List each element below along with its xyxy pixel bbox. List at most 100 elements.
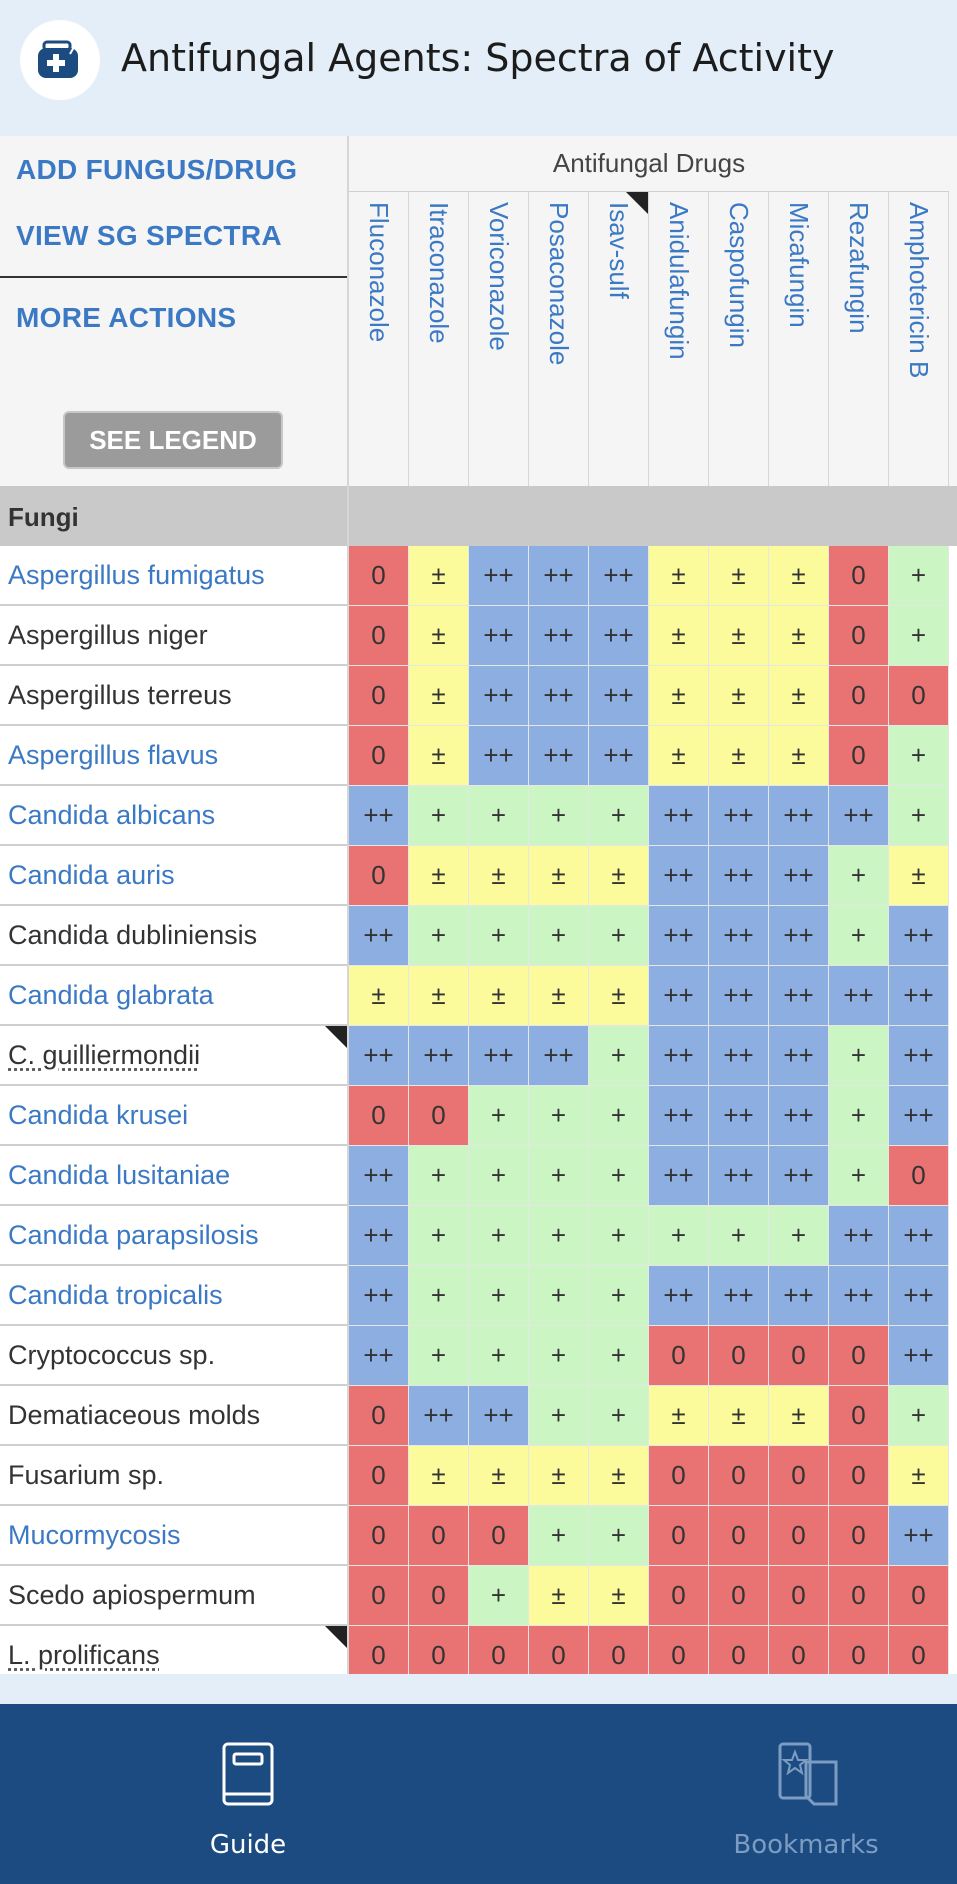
- activity-cell[interactable]: +: [589, 1026, 649, 1086]
- activity-cell[interactable]: +: [529, 906, 589, 966]
- activity-cell[interactable]: ±: [649, 1386, 709, 1446]
- activity-cell[interactable]: ++: [649, 846, 709, 906]
- activity-cell[interactable]: 0: [349, 606, 409, 666]
- activity-cell[interactable]: 0: [649, 1566, 709, 1626]
- activity-cell[interactable]: +: [889, 1386, 949, 1446]
- activity-cell[interactable]: ++: [349, 1026, 409, 1086]
- activity-cell[interactable]: +: [649, 1206, 709, 1266]
- activity-cell[interactable]: +: [469, 1086, 529, 1146]
- view-sg-spectra-button[interactable]: VIEW SG SPECTRA: [16, 220, 282, 252]
- activity-cell[interactable]: ++: [649, 786, 709, 846]
- activity-cell[interactable]: 0: [349, 1086, 409, 1146]
- fungus-name[interactable]: Candida auris: [8, 860, 175, 891]
- activity-cell[interactable]: ++: [709, 966, 769, 1026]
- activity-cell[interactable]: ++: [829, 966, 889, 1026]
- activity-cell[interactable]: 0: [349, 546, 409, 606]
- activity-cell[interactable]: ++: [589, 666, 649, 726]
- activity-cell[interactable]: ±: [709, 606, 769, 666]
- activity-cell[interactable]: +: [469, 1326, 529, 1386]
- activity-cell[interactable]: ±: [589, 1566, 649, 1626]
- activity-cell[interactable]: +: [469, 1206, 529, 1266]
- activity-cell[interactable]: +: [409, 906, 469, 966]
- drug-column-3[interactable]: Posaconazole: [529, 192, 589, 486]
- activity-cell[interactable]: ++: [529, 1026, 589, 1086]
- fungus-name[interactable]: Candida krusei: [8, 1100, 188, 1131]
- activity-cell[interactable]: ++: [889, 1266, 949, 1326]
- activity-cell[interactable]: 0: [469, 1626, 529, 1674]
- activity-cell[interactable]: 0: [829, 1506, 889, 1566]
- activity-cell[interactable]: 0: [709, 1326, 769, 1386]
- activity-cell[interactable]: ++: [469, 726, 529, 786]
- activity-cell[interactable]: +: [409, 1266, 469, 1326]
- activity-cell[interactable]: ±: [409, 1446, 469, 1506]
- activity-cell[interactable]: 0: [889, 1566, 949, 1626]
- fungus-name-cell[interactable]: Candida krusei: [0, 1086, 347, 1146]
- activity-cell[interactable]: +: [829, 906, 889, 966]
- activity-cell[interactable]: ++: [889, 1206, 949, 1266]
- drug-column-9[interactable]: Amphotericin B: [889, 192, 949, 486]
- activity-cell[interactable]: 0: [349, 1386, 409, 1446]
- activity-cell[interactable]: ++: [769, 966, 829, 1026]
- activity-cell[interactable]: ++: [889, 906, 949, 966]
- fungus-name[interactable]: Candida tropicalis: [8, 1280, 223, 1311]
- activity-cell[interactable]: ++: [649, 1026, 709, 1086]
- activity-cell[interactable]: ++: [649, 906, 709, 966]
- activity-cell[interactable]: ++: [829, 1206, 889, 1266]
- activity-cell[interactable]: +: [889, 546, 949, 606]
- activity-cell[interactable]: ++: [649, 1266, 709, 1326]
- activity-cell[interactable]: 0: [649, 1446, 709, 1506]
- activity-cell[interactable]: ±: [889, 846, 949, 906]
- activity-cell[interactable]: +: [529, 1386, 589, 1446]
- activity-cell[interactable]: ++: [409, 1386, 469, 1446]
- activity-cell[interactable]: 0: [349, 666, 409, 726]
- fungus-name-cell[interactable]: Candida lusitaniae: [0, 1146, 347, 1206]
- activity-cell[interactable]: ++: [589, 606, 649, 666]
- activity-cell[interactable]: ++: [349, 1326, 409, 1386]
- fungus-name-cell[interactable]: Candida glabrata: [0, 966, 347, 1026]
- tab-guide[interactable]: Guide: [98, 1704, 398, 1884]
- activity-cell[interactable]: ++: [709, 1086, 769, 1146]
- activity-cell[interactable]: 0: [709, 1626, 769, 1674]
- activity-cell[interactable]: ++: [769, 1266, 829, 1326]
- activity-cell[interactable]: 0: [709, 1506, 769, 1566]
- activity-cell[interactable]: 0: [769, 1506, 829, 1566]
- fungus-name[interactable]: Candida glabrata: [8, 980, 214, 1011]
- activity-cell[interactable]: ++: [349, 1266, 409, 1326]
- activity-cell[interactable]: +: [529, 1146, 589, 1206]
- activity-cell[interactable]: 0: [349, 846, 409, 906]
- activity-cell[interactable]: ±: [589, 846, 649, 906]
- activity-cell[interactable]: ±: [409, 546, 469, 606]
- activity-cell[interactable]: +: [529, 1086, 589, 1146]
- fungus-name-cell[interactable]: Mucormycosis: [0, 1506, 347, 1566]
- activity-cell[interactable]: ++: [469, 606, 529, 666]
- activity-cell[interactable]: ±: [649, 726, 709, 786]
- activity-cell[interactable]: +: [529, 786, 589, 846]
- activity-cell[interactable]: ++: [649, 966, 709, 1026]
- drug-column-5[interactable]: Anidulafungin: [649, 192, 709, 486]
- activity-cell[interactable]: ±: [589, 1446, 649, 1506]
- activity-cell[interactable]: +: [469, 1566, 529, 1626]
- activity-cell[interactable]: 0: [769, 1326, 829, 1386]
- activity-cell[interactable]: +: [589, 1206, 649, 1266]
- drug-column-8[interactable]: Rezafungin: [829, 192, 889, 486]
- drug-column-2[interactable]: Voriconazole: [469, 192, 529, 486]
- fungus-name-cell[interactable]: Candida albicans: [0, 786, 347, 846]
- activity-cell[interactable]: ++: [409, 1026, 469, 1086]
- add-fungus-drug-button[interactable]: ADD FUNGUS/DRUG: [16, 154, 297, 186]
- activity-cell[interactable]: ++: [469, 1386, 529, 1446]
- activity-cell[interactable]: ++: [349, 1206, 409, 1266]
- activity-cell[interactable]: ++: [709, 786, 769, 846]
- activity-cell[interactable]: +: [469, 786, 529, 846]
- activity-cell[interactable]: ±: [469, 966, 529, 1026]
- drug-column-6[interactable]: Caspofungin: [709, 192, 769, 486]
- activity-cell[interactable]: 0: [889, 1146, 949, 1206]
- activity-cell[interactable]: +: [589, 1506, 649, 1566]
- activity-cell[interactable]: +: [469, 1266, 529, 1326]
- activity-cell[interactable]: ±: [589, 966, 649, 1026]
- activity-cell[interactable]: +: [589, 1266, 649, 1326]
- activity-cell[interactable]: ++: [769, 1086, 829, 1146]
- fungus-name[interactable]: Candida albicans: [8, 800, 215, 831]
- activity-cell[interactable]: 0: [769, 1626, 829, 1674]
- activity-cell[interactable]: +: [589, 906, 649, 966]
- activity-cell[interactable]: 0: [769, 1446, 829, 1506]
